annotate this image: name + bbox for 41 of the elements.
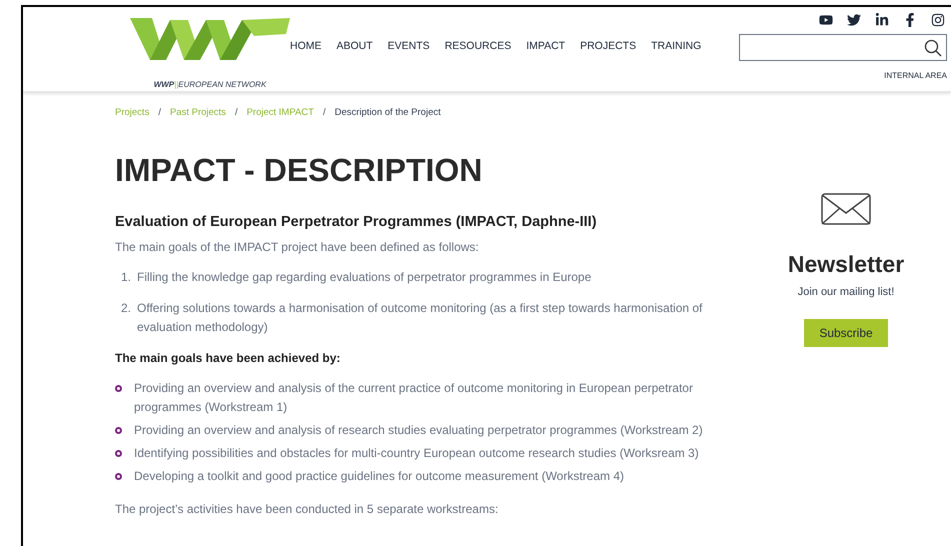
newsletter-title: Newsletter — [788, 250, 904, 279]
instagram-icon[interactable] — [931, 13, 945, 27]
nav-link[interactable]: TRAINING — [651, 39, 702, 55]
list-number: 2. — [121, 300, 132, 317]
section-heading: Evaluation of European Perpetrator Programmes (IMPACT, Daphne-III) — [115, 213, 598, 232]
breadcrumb-separator: / — [234, 106, 238, 120]
achievement-text: Providing an overview and analysis of the current practice of outcome monitoring in European perpetrator programmes (Workstream 1) — [134, 380, 694, 416]
page-title: IMPACT - DESCRIPTION — [115, 152, 484, 188]
newsletter-text: Join our mailing list! — [798, 284, 894, 300]
internal-area-link[interactable]: INTERNAL AREA — [884, 70, 947, 82]
achievement-text: Providing an overview and analysis of research studies evaluating perpetrator programmes (Workstream 2) — [134, 422, 703, 439]
nav-link[interactable]: HOME — [290, 39, 322, 55]
logo-tagline: WWP||EUROPEAN NETWORK — [154, 79, 266, 91]
bullet-icon — [115, 473, 122, 480]
youtube-icon[interactable] — [819, 13, 833, 27]
achievement-text: Identifying possibilities and obstacles for multi-country European outcome research studies (Worksream 3) — [134, 445, 699, 462]
intro-text: The main goals of the IMPACT project have been defined as follows: — [115, 239, 480, 256]
goal-text: Offering solutions towards a harmonisation of outcome monitoring (as a first step towards harmonisation of evaluation methodology) — [137, 300, 704, 336]
breadcrumb-separator: / — [322, 106, 326, 120]
envelope-icon — [821, 193, 871, 225]
breadcrumb-separator: / — [158, 106, 161, 120]
nav-link[interactable]: RESOURCES — [444, 39, 512, 55]
subheading: The main goals have been achieved by: — [115, 350, 342, 367]
achievement-text: Developing a toolkit and good practice guidelines for outcome measurement (Workstream 4) — [134, 468, 624, 485]
search-icon[interactable] — [924, 38, 942, 56]
logo-drawing[interactable] — [130, 16, 290, 62]
breadcrumb-current: Description of the Project — [334, 106, 441, 120]
list-number: 1. — [121, 269, 132, 286]
closing-text: The project’s activities have been conducted in 5 separate workstreams: — [115, 501, 500, 518]
search-field[interactable] — [739, 34, 947, 61]
goal-text: Filling the knowledge gap regarding evaluations of perpetrator programmes in Europe — [137, 269, 592, 286]
nav-link[interactable]: IMPACT — [526, 39, 566, 55]
bullet-icon — [115, 385, 122, 392]
subscribe-button[interactable]: Subscribe — [804, 319, 888, 347]
nav-link[interactable]: PROJECTS — [580, 39, 636, 55]
linkedin-icon[interactable] — [875, 13, 889, 27]
nav-link[interactable]: EVENTS — [388, 39, 430, 55]
bullet-icon — [115, 427, 122, 434]
nav-link[interactable]: ABOUT — [336, 39, 373, 55]
bullet-icon — [115, 450, 122, 457]
bird-icon[interactable] — [847, 13, 861, 27]
